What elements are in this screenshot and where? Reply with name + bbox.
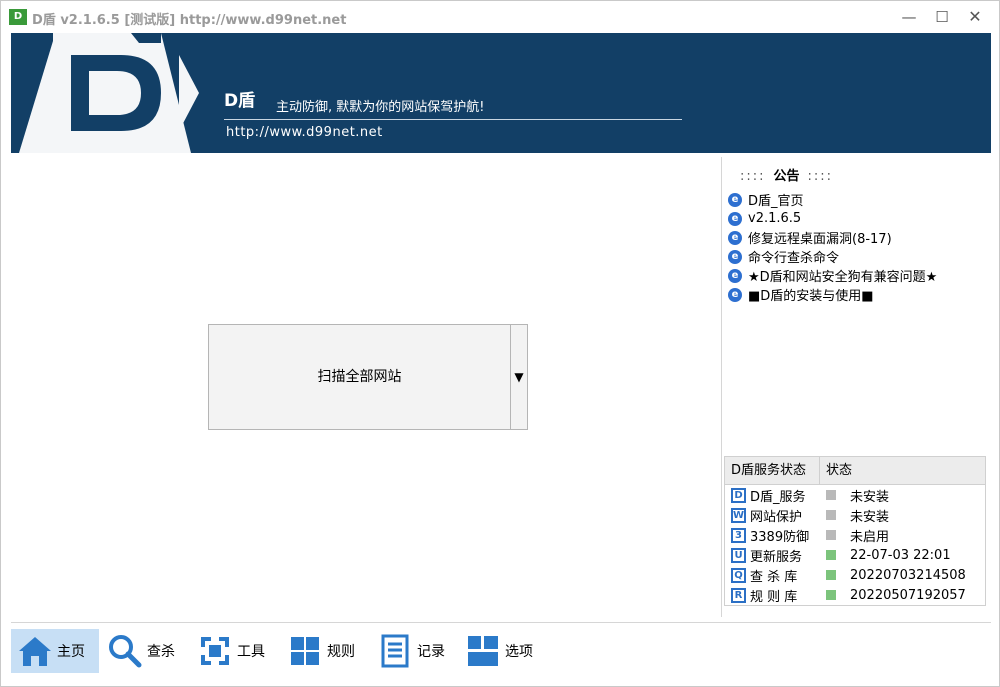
column-header-service[interactable]: D盾服务状态: [725, 457, 820, 485]
options-tab[interactable]: 选项: [459, 629, 545, 673]
notice-item-label: ★D盾和网站安全狗有兼容问题★: [748, 270, 938, 285]
ie-link-icon: e: [728, 287, 742, 302]
rules-tab[interactable]: 规则: [281, 629, 363, 673]
header-banner: D盾 主动防御, 默默为你的网站保驾护航! http://www.d99net.…: [11, 33, 991, 153]
maximize-button[interactable]: ☐: [927, 5, 957, 29]
service-name: 网站保护: [750, 509, 803, 525]
title-bar[interactable]: D D盾 v2.1.6.5 [测试版] http://www.d99net.ne…: [1, 1, 999, 33]
notice-item[interactable]: e ★D盾和网站安全狗有兼容问题★: [728, 266, 990, 285]
service-name: 更新服务: [750, 549, 803, 565]
status-indicator: [826, 570, 836, 580]
options-tab-label: 选项: [505, 644, 533, 660]
table-header: D盾服务状态 状态: [725, 457, 985, 485]
log-list-icon: [381, 634, 409, 668]
service-name: 3389防御: [750, 529, 810, 545]
notice-item-label: ■D盾的安装与使用■: [748, 289, 874, 304]
toolbar-divider: [11, 622, 991, 623]
service-status: 未安装: [850, 509, 890, 525]
notice-dots-right: ::::: [807, 169, 834, 184]
options-icon: [468, 636, 498, 666]
service-status: 22-07-03 22:01: [850, 547, 951, 563]
search-icon: [109, 635, 142, 668]
ie-link-icon: e: [728, 268, 742, 283]
status-indicator: [826, 530, 836, 540]
notice-item[interactable]: e 修复远程桌面漏洞(8-17): [728, 228, 990, 247]
service-status-table: D盾服务状态 状态 D D盾_服务 未安装 W 网站保护 未安装 3 3389防御 未…: [724, 456, 986, 606]
notice-title: 公告: [773, 169, 800, 184]
tools-tab-label: 工具: [237, 644, 265, 660]
service-status: 20220507192057: [850, 587, 966, 603]
status-indicator: [826, 510, 836, 520]
scan-library-icon: Q: [731, 567, 746, 583]
table-row[interactable]: D D盾_服务 未安装: [725, 485, 985, 505]
service-status: 未启用: [850, 529, 890, 545]
scan-tab-label: 查杀: [147, 644, 175, 660]
ie-link-icon: e: [728, 249, 742, 264]
d-logo-icon: [11, 33, 206, 153]
d-service-icon: D: [731, 487, 746, 503]
ie-link-icon: e: [728, 211, 742, 226]
window-title: D盾 v2.1.6.5 [测试版] http://www.d99net.net: [32, 13, 347, 28]
web-protect-icon: W: [731, 507, 746, 523]
scan-all-sites-label: 扫描全部网站: [317, 369, 402, 385]
notice-item-label: v2.1.6.5: [748, 211, 802, 226]
notice-header: :::: 公告::::: [740, 165, 833, 184]
notice-item-label: D盾_官页: [748, 194, 804, 209]
close-button[interactable]: ✕: [960, 5, 990, 29]
notice-item[interactable]: e v2.1.6.5: [728, 209, 990, 228]
app-window: D D盾 v2.1.6.5 [测试版] http://www.d99net.ne…: [0, 0, 1000, 687]
notice-item-label: 修复远程桌面漏洞(8-17): [748, 232, 892, 247]
status-indicator: [826, 590, 836, 600]
d-shield-logo: [11, 33, 206, 153]
minimize-button[interactable]: —: [894, 5, 924, 29]
column-header-status[interactable]: 状态: [820, 457, 852, 485]
rules-grid-icon: [291, 637, 319, 665]
log-tab[interactable]: 记录: [371, 629, 453, 673]
rule-library-icon: R: [731, 587, 746, 603]
table-row[interactable]: R规 则 库 20220507192057: [725, 585, 985, 605]
home-tab-label: 主页: [57, 644, 85, 660]
notice-list: e D盾_官页 e v2.1.6.5 e 修复远程桌面漏洞(8-17) e 命令行查杀命…: [728, 190, 990, 304]
service-name: 规 则 库: [750, 589, 798, 605]
table-row[interactable]: 3 3389防御 未启用: [725, 525, 985, 545]
rules-tab-label: 规则: [327, 644, 355, 660]
table-row[interactable]: W 网站保护 未安装: [725, 505, 985, 525]
tools-icon: [201, 637, 229, 665]
home-tab[interactable]: 主页: [11, 629, 99, 673]
app-logo-icon: D: [9, 9, 27, 25]
home-icon: [19, 637, 51, 666]
update-service-icon: U: [731, 547, 746, 563]
service-name: D盾_服务: [750, 489, 806, 505]
rdp-defense-icon: 3: [731, 527, 746, 543]
banner-divider: [224, 119, 682, 120]
log-tab-label: 记录: [417, 644, 445, 660]
service-status: 未安装: [850, 489, 890, 505]
service-name: 查 杀 库: [750, 569, 798, 585]
scan-dropdown-arrow-icon[interactable]: ▼: [511, 325, 527, 429]
notice-item[interactable]: e D盾_官页: [728, 190, 990, 209]
scan-all-sites-button[interactable]: 扫描全部网站 ▼: [208, 324, 528, 430]
table-row[interactable]: U 更新服务 22-07-03 22:01: [725, 545, 985, 565]
brand-name: D盾: [224, 91, 256, 111]
notice-item[interactable]: e ■D盾的安装与使用■: [728, 285, 990, 304]
notice-item-label: 命令行查杀命令: [748, 251, 840, 266]
notice-dots-left: ::::: [740, 169, 766, 184]
tools-tab[interactable]: 工具: [191, 629, 273, 673]
table-row[interactable]: Q查 杀 库 20220703214508: [725, 565, 985, 585]
ie-link-icon: e: [728, 192, 742, 207]
service-status: 20220703214508: [850, 567, 966, 583]
notice-item[interactable]: e 命令行查杀命令: [728, 247, 990, 266]
banner-slogan: 主动防御, 默默为你的网站保驾护航!: [276, 100, 485, 115]
status-indicator: [826, 550, 836, 560]
status-indicator: [826, 490, 836, 500]
scan-tab[interactable]: 查杀: [101, 629, 183, 673]
ie-link-icon: e: [728, 230, 742, 245]
banner-url-link[interactable]: http://www.d99net.net: [226, 125, 383, 140]
